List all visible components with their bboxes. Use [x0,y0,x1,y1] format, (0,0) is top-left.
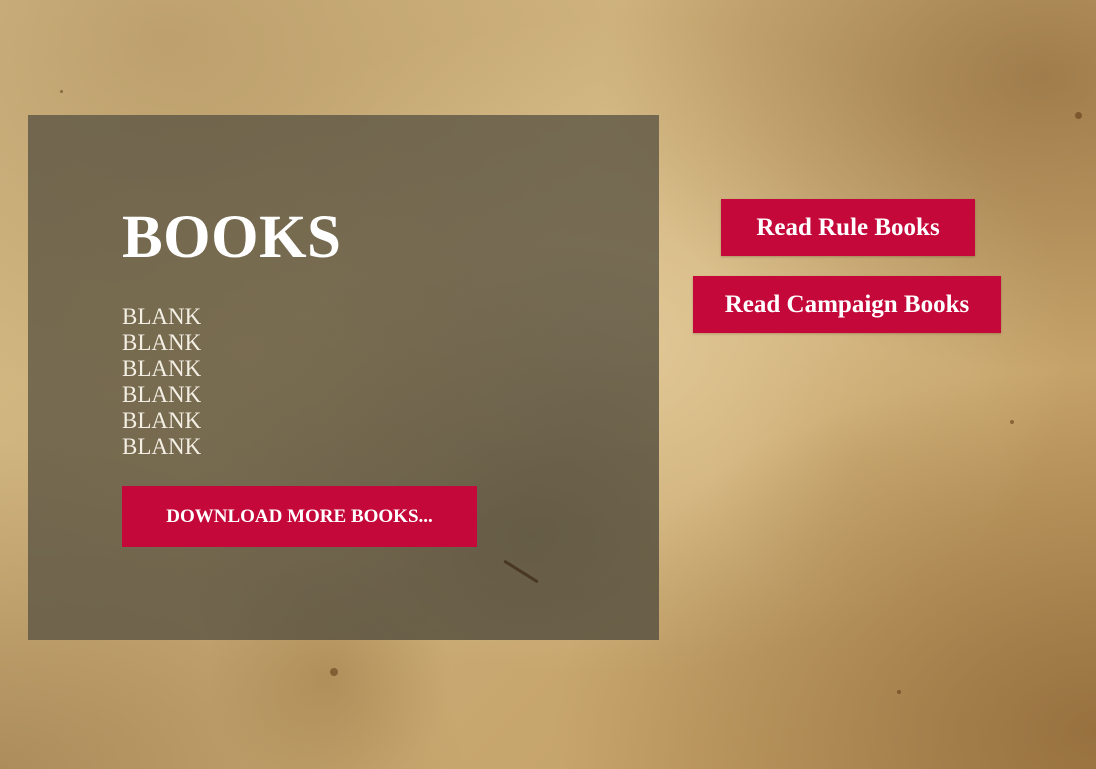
book-list-item[interactable]: BLANK [122,304,201,330]
book-list-item[interactable]: BLANK [122,356,201,382]
book-list: BLANK BLANK BLANK BLANK BLANK BLANK [122,304,201,460]
book-list-item[interactable]: BLANK [122,382,201,408]
read-rule-books-button[interactable]: Read Rule Books [721,199,975,256]
parchment-speck [897,690,901,694]
read-campaign-books-button[interactable]: Read Campaign Books [693,276,1001,333]
parchment-speck [330,668,338,676]
parchment-speck [1075,112,1082,119]
book-list-item[interactable]: BLANK [122,330,201,356]
page: { "books_panel": { "title": "BOOKS", "it… [0,0,1096,769]
parchment-speck [1010,420,1014,424]
book-list-item[interactable]: BLANK [122,434,201,460]
books-panel: BOOKS BLANK BLANK BLANK BLANK BLANK BLAN… [28,115,659,640]
download-more-books-button[interactable]: DOWNLOAD MORE BOOKS... [122,486,477,547]
book-list-item[interactable]: BLANK [122,408,201,434]
parchment-speck [60,90,63,93]
books-title: BOOKS [122,204,342,271]
